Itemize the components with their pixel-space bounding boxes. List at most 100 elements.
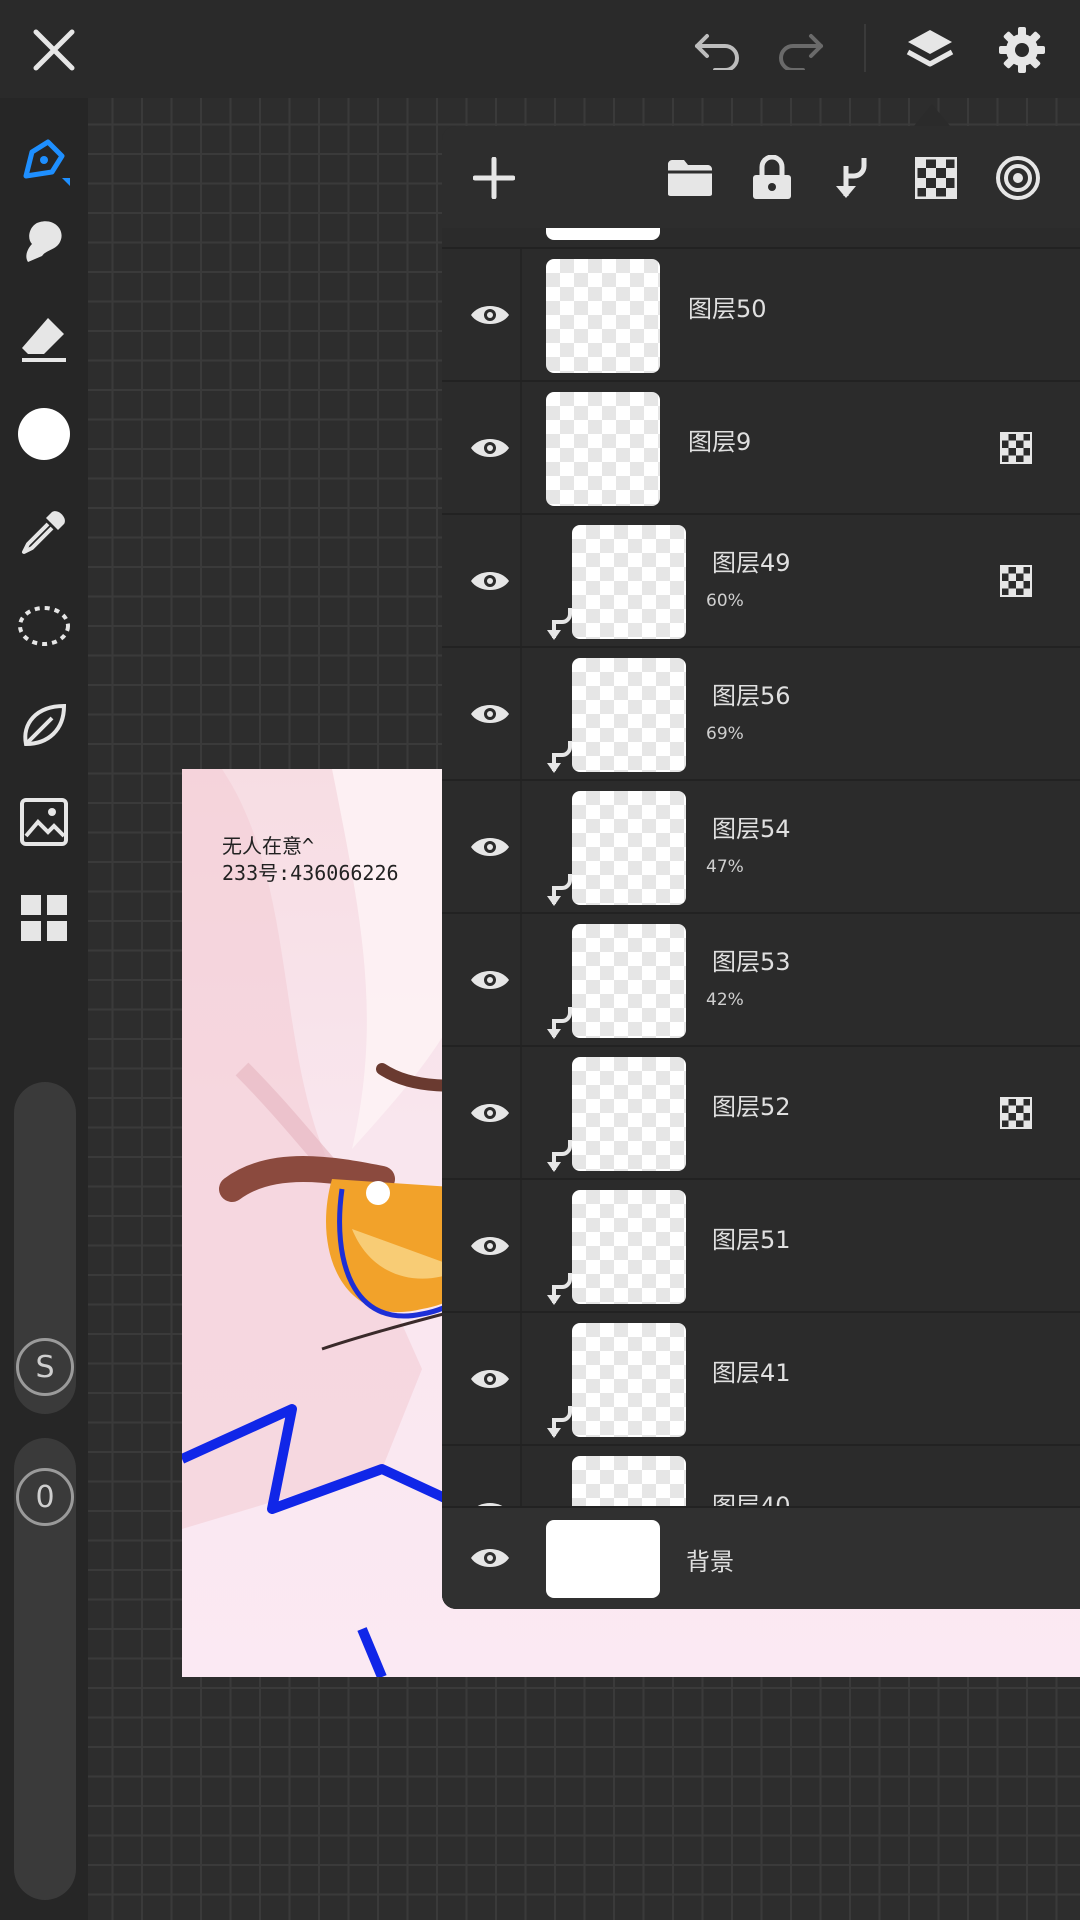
clip-arrow-icon [544,606,574,642]
background-thumbnail [546,1520,660,1598]
clip-arrow-icon [544,1005,574,1041]
background-layer-row[interactable]: 背景 [442,1506,1080,1609]
clip-arrow-icon [544,1404,574,1440]
layer-row[interactable]: 图层49 60% [442,513,1080,646]
layer-name: 图层56 [712,682,791,710]
row-divider [520,1047,522,1178]
layer-row[interactable]: 图层53 42% [442,912,1080,1045]
eye-icon[interactable] [460,551,520,611]
layer-thumbnail [572,791,686,905]
drawing-app: 无人在意^ 233号:436066226 S 0 图层50 图层9 图层49 6… [0,0,1080,1920]
layer-thumbnail [572,1190,686,1304]
layer-thumbnail [572,1323,686,1437]
layer-thumbnail [546,259,660,373]
add-layer-icon[interactable] [464,148,524,208]
eye-icon[interactable] [460,285,520,345]
eye-icon[interactable] [460,418,520,478]
toolbar-divider [864,24,866,72]
layer-thumbnail [546,392,660,506]
brush-size-knob[interactable]: S [16,1338,74,1396]
layer-opacity: 47% [706,857,744,877]
eye-icon[interactable] [460,1349,520,1409]
layer-row-partial[interactable] [442,228,1080,247]
size-label: S [35,1349,55,1385]
eye-icon[interactable] [460,1528,520,1588]
layer-name: 图层52 [712,1093,791,1121]
eyedropper-icon[interactable] [12,500,76,564]
signature-line-2: 233号:436066226 [222,861,399,885]
eye-icon[interactable] [460,817,520,877]
layers-panel-toolbar [442,126,1080,228]
brush-opacity-knob[interactable]: 0 [16,1468,74,1526]
panel-pointer [914,104,950,126]
clip-arrow-icon [544,872,574,908]
color-picker-icon[interactable] [12,402,76,466]
eye-icon[interactable] [460,1083,520,1143]
clip-icon[interactable] [824,148,884,208]
layer-thumbnail [572,525,686,639]
top-bar [0,0,1080,98]
alpha-lock-icon[interactable] [1000,565,1032,597]
layer-row[interactable]: 图层52 [442,1045,1080,1178]
layer-name: 图层50 [688,295,767,323]
layers-panel: 图层50 图层9 图层49 60% 图层56 69% 图层54 47% 图层53 42% 图层52 图… [442,126,1080,1609]
layer-name: 图层51 [712,1226,791,1254]
layer-opacity: 69% [706,724,744,744]
layer-opacity: 60% [706,591,744,611]
alpha-lock-icon[interactable] [1000,432,1032,464]
layer-row[interactable]: 图层54 47% [442,779,1080,912]
row-divider [520,648,522,779]
blend-mode-icon[interactable] [988,148,1048,208]
alpha-lock-icon[interactable] [1000,1097,1032,1129]
brush-tool-icon[interactable] [12,128,76,192]
layer-thumbnail [572,658,686,772]
transform-tool-icon[interactable] [12,694,76,758]
layer-row[interactable]: 图层51 [442,1178,1080,1311]
clip-arrow-icon [544,1138,574,1174]
gear-icon[interactable] [990,18,1054,82]
layer-opacity: 42% [706,990,744,1010]
tool-sidebar: S 0 [0,98,88,1920]
layer-name: 图层53 [712,948,791,976]
gallery-grid-icon[interactable] [12,886,76,950]
row-divider [520,914,522,1045]
layer-row[interactable]: 图层50 [442,247,1080,380]
layer-row[interactable]: 图层56 69% [442,646,1080,779]
clip-arrow-icon [544,1271,574,1307]
layer-name: 图层41 [712,1359,791,1387]
eye-icon[interactable] [460,1216,520,1276]
alpha-lock-icon[interactable] [906,148,966,208]
lock-icon[interactable] [742,148,802,208]
eraser-tool-icon[interactable] [12,306,76,370]
undo-icon[interactable] [686,18,750,82]
eye-icon[interactable] [460,684,520,744]
row-divider [520,1313,522,1444]
lasso-select-icon[interactable] [12,596,76,660]
layer-thumbnail [572,924,686,1038]
folder-icon[interactable] [660,148,720,208]
row-divider [520,515,522,646]
opacity-label: 0 [35,1479,55,1515]
layer-row[interactable]: 图层9 [442,380,1080,513]
signature-line-1: 无人在意^ [222,834,315,858]
layer-list[interactable]: 图层50 图层9 图层49 60% 图层56 69% 图层54 47% 图层53 42% 图层52 图… [442,228,1080,1609]
layer-name: 图层49 [712,549,791,577]
row-divider [520,249,522,380]
layer-row[interactable]: 图层41 [442,1311,1080,1444]
eye-icon[interactable] [460,950,520,1010]
background-layer-name: 背景 [686,1548,734,1576]
layer-name: 图层9 [688,428,752,456]
smudge-tool-icon[interactable] [12,210,76,274]
row-divider [520,382,522,513]
import-image-icon[interactable] [12,790,76,854]
close-icon[interactable] [22,18,86,82]
signature-text: 无人在意^ 233号:436066226 [222,833,399,887]
redo-icon[interactable] [768,18,832,82]
row-divider [520,1180,522,1311]
row-divider [520,781,522,912]
layers-icon[interactable] [898,18,962,82]
layer-thumbnail [572,1057,686,1171]
clip-arrow-icon [544,739,574,775]
layer-thumbnail [546,228,660,240]
layer-name: 图层54 [712,815,791,843]
